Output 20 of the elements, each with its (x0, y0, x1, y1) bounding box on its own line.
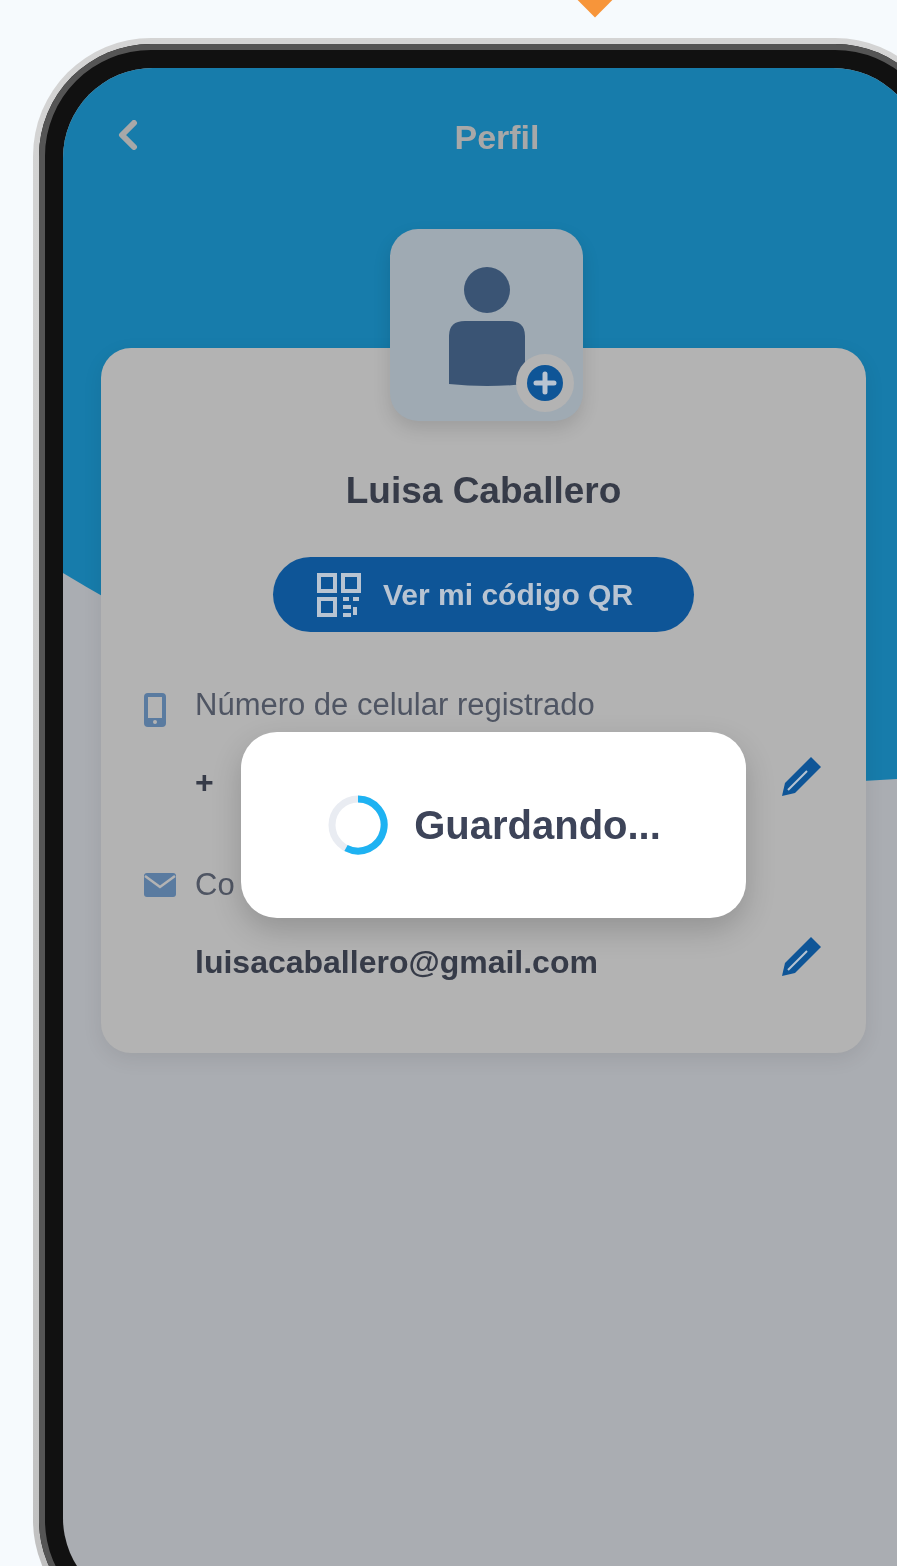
avatar-placeholder[interactable] (390, 229, 583, 421)
edit-button[interactable] (780, 754, 824, 798)
qr-code-button[interactable]: Ver mi código QR (273, 557, 694, 632)
back-icon[interactable] (117, 120, 139, 150)
add-photo-icon[interactable] (515, 353, 575, 413)
user-name: Luisa Caballero (344, 472, 623, 509)
edit-button[interactable] (780, 934, 824, 979)
field-value: luisacaballero@gmail.com (195, 946, 599, 979)
envelope-icon (143, 872, 177, 899)
loading-spinner (326, 793, 391, 857)
field-label: Número de celular registrado (195, 688, 596, 723)
person-icon (447, 266, 527, 386)
pencil-icon (780, 934, 824, 979)
pencil-icon (780, 754, 824, 798)
field-value: + (195, 766, 215, 799)
qr-code-icon (317, 572, 361, 617)
screen-title: Perfil (454, 120, 540, 154)
mobile-phone-icon (143, 692, 167, 728)
saving-message: Guardando... (414, 802, 661, 849)
field-label: Co (195, 868, 236, 903)
